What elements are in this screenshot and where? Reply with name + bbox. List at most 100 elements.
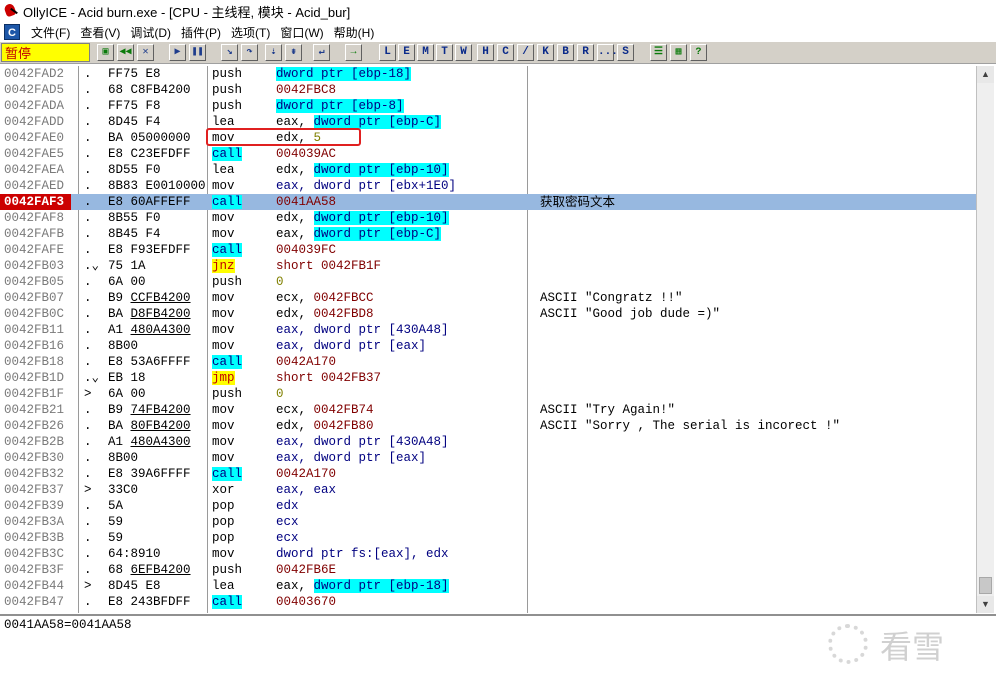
row-address: 0042FADD	[4, 115, 65, 129]
row-hex: A1 480A4300	[108, 323, 191, 337]
disasm-row[interactable]: 0042FB03 .⌄ 75 1A jnz short 0042FB1F	[0, 258, 976, 274]
disasm-row[interactable]: 0042FAED. 8B83 E0010000 mov eax, dword ptr …	[0, 178, 976, 194]
references-window-button[interactable]: R	[577, 44, 594, 61]
run-icon[interactable]: ▶	[169, 44, 186, 61]
disasm-row[interactable]: 0042FAEA. 8D55 F0 lea edx, dword ptr [ebp-1…	[0, 162, 976, 178]
disasm-row[interactable]: 0042FAE0. BA 05000000 mov edx, 5	[0, 130, 976, 146]
menu-options[interactable]: 选项(T)	[226, 24, 275, 41]
run-trace-window-button[interactable]: ...	[597, 44, 618, 61]
threads-window-button[interactable]: T	[436, 44, 453, 61]
disasm-row[interactable]: 0042FB21. B9 74FB4200 mov ecx, 0042FB74 ASCI…	[0, 402, 976, 418]
menu-plugins[interactable]: 插件(P)	[176, 24, 226, 41]
disasm-row[interactable]: 0042FB44 >8D45 E8 lea eax, dword ptr [ebp-1…	[0, 578, 976, 594]
execute-till-return-icon[interactable]: ↵	[313, 44, 330, 61]
trace-into-icon[interactable]: ⇣	[265, 44, 282, 61]
disasm-row[interactable]: 0042FB0C. BA D8FB4200 mov edx, 0042FBD8 ASCI…	[0, 306, 976, 322]
disasm-row[interactable]: 0042FB37 >33C0 xor eax, eax	[0, 482, 976, 498]
grid-view-icon[interactable]: ▦	[670, 44, 687, 61]
menu-view[interactable]: 查看(V)	[75, 24, 125, 41]
toolbar: 暂停 ▣ ◀◀ ✕ ▶ ❚❚ ↘ ↷ ⇣ ⇟ ↵ → L E M T W H C…	[0, 42, 996, 64]
disasm-row[interactable]: 0042FB32. E8 39A6FFFF call 0042A170	[0, 466, 976, 482]
trace-over-icon[interactable]: ⇟	[285, 44, 302, 61]
windows-window-button[interactable]: W	[455, 44, 472, 61]
disasm-row[interactable]: 0042FB05. 6A 00 push 0	[0, 274, 976, 290]
row-address: 0042FB05	[4, 275, 65, 289]
disasm-row[interactable]: 0042FB3C. 64:8910 mov dword ptr fs:[eax], e…	[0, 546, 976, 562]
disasm-row[interactable]: 0042FADD. 8D45 F4 lea eax, dword ptr [ebp-C…	[0, 114, 976, 130]
disassembly-pane[interactable]: 0042FAD2. FF75 E8 push dword ptr [ebp-18] 00…	[0, 66, 976, 613]
row-comment: ASCII "Sorry , The serial is incorect !"	[540, 419, 841, 433]
menu-help[interactable]: 帮助(H)	[329, 24, 380, 41]
row-marker: .	[84, 115, 92, 129]
pause-icon[interactable]: ❚❚	[189, 44, 206, 61]
close-icon[interactable]: ✕	[137, 44, 154, 61]
row-comment	[540, 482, 970, 498]
row-operand: eax, eax	[276, 483, 337, 497]
disasm-row[interactable]: 0042FB07. B9 CCFB4200 mov ecx, 0042FBCC ASCI…	[0, 290, 976, 306]
disasm-row[interactable]: 0042FAFB. 8B45 F4 mov eax, dword ptr [ebp-C…	[0, 226, 976, 242]
modules-window-button[interactable]: E	[398, 44, 415, 61]
row-operand: 004039FC	[276, 243, 337, 257]
scroll-up-icon[interactable]: ▲	[977, 66, 994, 83]
cpu-window-icon[interactable]: C	[4, 24, 20, 40]
row-marker: .	[84, 355, 92, 369]
disasm-row[interactable]: 0042FB1D .⌄ EB 18 jmp short 0042FB37	[0, 370, 976, 386]
disasm-row[interactable]: 0042FADA. FF75 F8 push dword ptr [ebp-8]	[0, 98, 976, 114]
menu-window[interactable]: 窗口(W)	[275, 24, 328, 41]
help-icon[interactable]: ?	[690, 44, 707, 61]
row-hex: B9 74FB4200	[108, 403, 191, 417]
go-to-icon[interactable]: →	[345, 44, 362, 61]
row-marker: .⌄	[84, 371, 100, 385]
disasm-row[interactable]: 0042FB3B. 59 pop ecx	[0, 530, 976, 546]
disasm-row[interactable]: 0042FAF8. 8B55 F0 mov edx, dword ptr [ebp-1…	[0, 210, 976, 226]
menu-file[interactable]: 文件(F)	[26, 24, 75, 41]
selected-row[interactable]: 0042FAF3. E8 60AFFEFF call 0041AA58 获取密码文本	[0, 194, 976, 210]
cpu-window-button[interactable]: C	[497, 44, 514, 61]
row-comment	[540, 546, 970, 562]
disasm-row[interactable]: 0042FB3A. 59 pop ecx	[0, 514, 976, 530]
memory-window-button[interactable]: M	[417, 44, 434, 61]
menu-debug[interactable]: 调试(D)	[125, 24, 176, 41]
scroll-down-icon[interactable]: ▼	[977, 596, 994, 613]
row-marker: .	[84, 339, 92, 353]
row-mnemonic: call	[212, 147, 243, 161]
disasm-row[interactable]: 0042FB39. 5A pop edx	[0, 498, 976, 514]
row-operand: ecx	[276, 515, 299, 529]
disasm-row[interactable]: 0042FB26. BA 80FB4200 mov edx, 0042FB80 ASCI…	[0, 418, 976, 434]
breakpoints-window-button[interactable]: B	[557, 44, 574, 61]
row-mnemonic: mov	[212, 211, 235, 225]
disasm-row[interactable]: 0042FAE5. E8 C23EFDFF call 004039AC	[0, 146, 976, 162]
row-hex: 33C0	[108, 483, 139, 497]
disasm-row[interactable]: 0042FAD2. FF75 E8 push dword ptr [ebp-18]	[0, 66, 976, 82]
step-over-icon[interactable]: ↷	[241, 44, 258, 61]
disasm-row[interactable]: 0042FAD5. 68 C8FB4200 push 0042FBC8	[0, 82, 976, 98]
disasm-row[interactable]: 0042FB1F >6A 00 push 0	[0, 386, 976, 402]
row-marker: .	[84, 163, 92, 177]
row-address: 0042FAEA	[4, 163, 65, 177]
disasm-row[interactable]: 0042FB30. 8B00 mov eax, dword ptr [eax]	[0, 450, 976, 466]
handles-window-button[interactable]: H	[477, 44, 494, 61]
disasm-row[interactable]: 0042FB47. E8 243BFDFF call 00403670	[0, 594, 976, 610]
row-operand: 0	[276, 387, 284, 401]
disasm-row[interactable]: 0042FB18. E8 53A6FFFF call 0042A170	[0, 354, 976, 370]
disasm-row[interactable]: 0042FB16. 8B00 mov eax, dword ptr [eax]	[0, 338, 976, 354]
restart-icon[interactable]: ◀◀	[117, 44, 134, 61]
disasm-row[interactable]: 0042FAFE. E8 F93EFDFF call 004039FC	[0, 242, 976, 258]
source-window-button[interactable]: S	[617, 44, 634, 61]
step-into-icon[interactable]: ↘	[221, 44, 238, 61]
open-icon[interactable]: ▣	[97, 44, 114, 61]
row-hex: 59	[108, 515, 124, 529]
scroll-thumb[interactable]	[979, 577, 992, 594]
log-window-button[interactable]: L	[379, 44, 396, 61]
vertical-scrollbar[interactable]: ▲ ▼	[976, 66, 994, 613]
disasm-row[interactable]: 0042FB2B. A1 480A4300 mov eax, dword ptr [4…	[0, 434, 976, 450]
row-mnemonic: mov	[212, 403, 235, 417]
row-marker: .	[84, 499, 92, 513]
disasm-row[interactable]: 0042FB11. A1 480A4300 mov eax, dword ptr [4…	[0, 322, 976, 338]
row-comment	[540, 338, 970, 354]
patches-window-button[interactable]: /	[517, 44, 534, 61]
call-stack-window-button[interactable]: K	[537, 44, 554, 61]
disasm-row[interactable]: 0042FB3F. 68 6EFB4200 push 0042FB6E	[0, 562, 976, 578]
row-address: 0042FB18	[4, 355, 65, 369]
list-view-icon[interactable]: ☰	[650, 44, 667, 61]
